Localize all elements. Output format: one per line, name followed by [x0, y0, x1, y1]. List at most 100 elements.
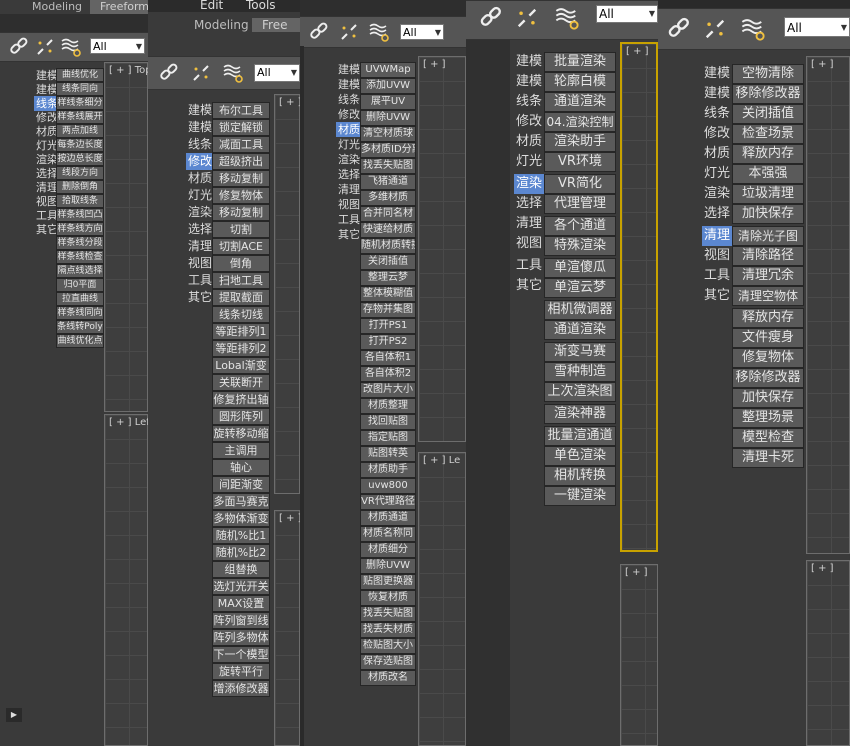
category-item[interactable]: 修改 [34, 110, 58, 125]
script-button[interactable]: 阵列多物体 [212, 629, 270, 646]
script-button[interactable]: 指定贴图 [360, 430, 416, 446]
category-item[interactable]: 工具 [336, 212, 360, 227]
category-item[interactable]: 视图 [336, 197, 360, 212]
script-button[interactable]: 合并同名材 [360, 206, 416, 222]
script-button[interactable]: 04.渲染控制 [544, 112, 616, 132]
script-button[interactable]: 特殊渲染 [544, 236, 616, 256]
selection-filter-dropdown[interactable]: All ▼ [400, 24, 444, 40]
script-button[interactable]: 保存选贴图 [360, 654, 416, 670]
category-item[interactable]: 灯光 [514, 152, 544, 172]
selection-filter-dropdown[interactable]: All ▼ [254, 64, 300, 82]
script-button[interactable]: 清理卡死 [732, 448, 804, 468]
category-item[interactable]: 渲染 [336, 152, 360, 167]
script-button[interactable]: 主调用 [212, 442, 270, 459]
category-item[interactable]: 建模 [514, 52, 544, 72]
script-button[interactable]: 提取截面 [212, 289, 270, 306]
script-button[interactable]: 单渲傻瓜 [544, 258, 616, 278]
script-button[interactable]: 飞猪通道 [360, 174, 416, 190]
category-item[interactable]: 渲染 [34, 152, 58, 167]
script-button[interactable]: 切割 [212, 221, 270, 238]
viewport-top[interactable]: [ + ] [806, 56, 850, 554]
script-button[interactable]: 各自体积2 [360, 366, 416, 382]
script-button[interactable]: 修复物体 [212, 187, 270, 204]
link-icon[interactable] [8, 36, 30, 58]
unlink-icon[interactable] [702, 16, 728, 42]
tab-modeling[interactable]: Modeling [184, 18, 259, 32]
selection-filter-dropdown[interactable]: All ▼ [784, 17, 850, 37]
script-button[interactable]: 文件瘦身 [732, 328, 804, 348]
script-button[interactable]: 加快保存 [732, 388, 804, 408]
category-item[interactable]: 线条 [514, 92, 544, 112]
link-icon[interactable] [478, 5, 504, 31]
category-item[interactable]: 其它 [702, 286, 732, 306]
script-button[interactable]: Lobal渐变 [212, 357, 270, 374]
script-button[interactable]: 拉直曲线 [56, 292, 104, 306]
category-item[interactable]: 修改 [514, 112, 544, 132]
script-button[interactable]: 修复物体 [732, 348, 804, 368]
script-button[interactable]: 样线条细分 [56, 96, 104, 110]
script-button[interactable]: 归0平面 [56, 278, 104, 292]
script-button[interactable]: 通道渲染 [544, 92, 616, 112]
category-item[interactable]: 修改 [336, 107, 360, 122]
script-button[interactable]: 清理空物体 [732, 286, 804, 306]
script-button[interactable]: 释放内存 [732, 308, 804, 328]
script-button[interactable]: 关闭插值 [732, 104, 804, 124]
script-button[interactable]: 曲线优化点 [56, 334, 104, 348]
script-button[interactable]: 贴图转英 [360, 446, 416, 462]
category-item[interactable]: 灯光 [702, 164, 732, 184]
script-button[interactable]: 找丢失材质 [360, 622, 416, 638]
category-item[interactable]: 建模 [702, 84, 732, 104]
script-button[interactable]: 找丢失贴图 [360, 606, 416, 622]
script-button[interactable]: VR代理路径 [360, 494, 416, 510]
script-button[interactable]: 两点加线 [56, 124, 104, 138]
script-button[interactable]: 相机转换 [544, 466, 616, 486]
script-button[interactable]: 清理冗余 [732, 266, 804, 286]
unlink-icon[interactable] [190, 62, 212, 84]
script-button[interactable]: 关闭插值 [360, 254, 416, 270]
category-item[interactable]: 选择 [514, 194, 544, 214]
script-button[interactable]: 多面马赛克 [212, 493, 270, 510]
script-button[interactable]: 曲线优化 [56, 68, 104, 82]
category-item[interactable]: 其它 [34, 222, 58, 237]
script-button[interactable]: 隔点线选择 [56, 264, 104, 278]
script-button[interactable]: 材质助手 [360, 462, 416, 478]
script-button[interactable]: 垃圾清理 [732, 184, 804, 204]
script-button[interactable]: 拾取线条 [56, 194, 104, 208]
script-button[interactable]: 多维材质 [360, 190, 416, 206]
category-item[interactable]: 线条 [336, 92, 360, 107]
script-button[interactable]: 多材质ID分离 [360, 142, 416, 158]
script-button[interactable]: 删除UVW [360, 558, 416, 574]
script-button[interactable]: 下一个模型 [212, 646, 270, 663]
script-button[interactable]: 增添修改器 [212, 680, 270, 697]
category-item[interactable]: 视图 [34, 194, 58, 209]
script-button[interactable]: 雪种制造 [544, 362, 616, 382]
script-button[interactable]: 一键渲染 [544, 486, 616, 506]
selection-filter-dropdown[interactable]: All ▼ [596, 5, 658, 23]
viewport-left[interactable]: [ + ] [620, 564, 658, 746]
viewport-left[interactable]: [ + ] [806, 560, 850, 746]
category-item[interactable]: 材质 [34, 124, 58, 139]
viewport-top-active[interactable]: [ + ] [620, 42, 658, 552]
script-button[interactable]: 打开PS1 [360, 318, 416, 334]
script-button[interactable]: 改图片大小 [360, 382, 416, 398]
script-button[interactable]: 每条边长度 [56, 138, 104, 152]
script-button[interactable]: 检查场景 [732, 124, 804, 144]
script-button[interactable]: 等距排列2 [212, 340, 270, 357]
category-item[interactable]: 修改 [702, 124, 732, 144]
script-button[interactable]: 扫地工具 [212, 272, 270, 289]
category-item[interactable]: 渲染 [514, 174, 544, 194]
script-button[interactable]: 旋转平行 [212, 663, 270, 680]
script-button[interactable]: 通道渲染 [544, 320, 616, 340]
script-button[interactable]: UVWMap [360, 62, 416, 78]
tab-freeform[interactable]: Freeform [90, 0, 148, 14]
script-button[interactable]: 模型检查 [732, 428, 804, 448]
category-item[interactable]: 材质 [336, 122, 360, 137]
script-button[interactable]: 线条切线 [212, 306, 270, 323]
category-item[interactable]: 材质 [702, 144, 732, 164]
script-button[interactable]: 移除修改器 [732, 368, 804, 388]
script-button[interactable]: 释放内存 [732, 144, 804, 164]
script-button[interactable]: 超级挤出 [212, 153, 270, 170]
category-item[interactable]: 工具 [702, 266, 732, 286]
category-item[interactable]: 视图 [702, 246, 732, 266]
category-item[interactable]: 建模 [34, 68, 58, 83]
